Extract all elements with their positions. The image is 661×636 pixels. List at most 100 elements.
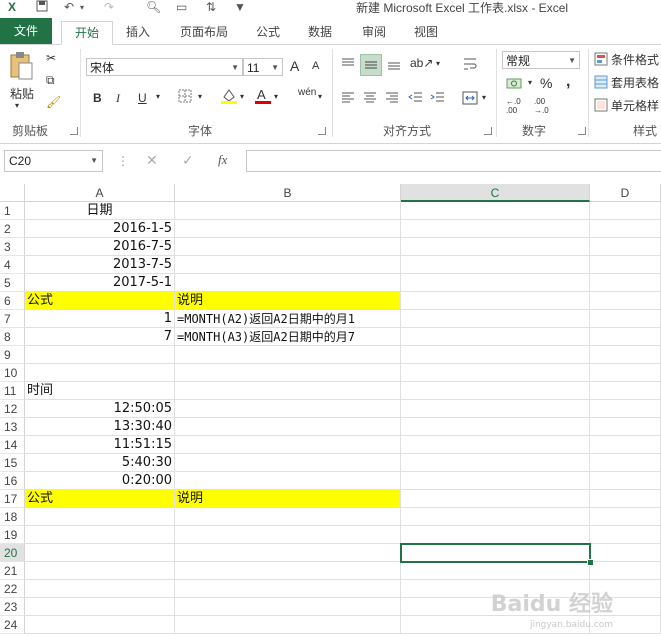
cell-a2[interactable]: 2016-1-5: [25, 220, 175, 238]
decrease-decimal-button[interactable]: .00 →.0: [534, 97, 558, 115]
cell-c7[interactable]: [401, 310, 590, 328]
increase-decimal-button[interactable]: ←.0 .00: [506, 97, 528, 115]
row-header-10[interactable]: 10: [0, 364, 25, 382]
cell-c18[interactable]: [401, 508, 590, 526]
cell-b7[interactable]: =MONTH(A2)返回A2日期中的月1: [175, 310, 401, 328]
fill-handle[interactable]: [587, 559, 594, 566]
row-header-7[interactable]: 7: [0, 310, 25, 328]
column-header-d[interactable]: D: [590, 184, 661, 202]
cell-b21[interactable]: [175, 562, 401, 580]
underline-button[interactable]: U: [138, 91, 147, 105]
cell-b6[interactable]: 说明: [175, 292, 401, 310]
cell-a16[interactable]: 0:20:00: [25, 472, 175, 490]
cell-a4[interactable]: 2013-7-5: [25, 256, 175, 274]
tab-home[interactable]: 开始: [61, 21, 113, 45]
merge-dropdown-icon[interactable]: ▾: [482, 93, 486, 102]
row-header-6[interactable]: 6: [0, 292, 25, 310]
row-header-17[interactable]: 17: [0, 490, 25, 508]
cell-c6[interactable]: [401, 292, 590, 310]
row-header-12[interactable]: 12: [0, 400, 25, 418]
paste-dropdown-icon[interactable]: ▾: [15, 101, 19, 110]
decrease-indent-icon[interactable]: [408, 91, 424, 108]
cell-c10[interactable]: [401, 364, 590, 382]
cell-d21[interactable]: [590, 562, 661, 580]
merge-center-icon[interactable]: [462, 90, 478, 109]
cell-a3[interactable]: 2016-7-5: [25, 238, 175, 256]
cell-c9[interactable]: [401, 346, 590, 364]
insert-function-button[interactable]: fx: [218, 152, 227, 168]
row-header-22[interactable]: 22: [0, 580, 25, 598]
cell-d2[interactable]: [590, 220, 661, 238]
tab-insert[interactable]: 插入: [118, 21, 158, 43]
cell-b10[interactable]: [175, 364, 401, 382]
cell-styles-button[interactable]: 单元格样: [611, 97, 659, 114]
cell-d20[interactable]: [590, 544, 661, 562]
cell-c21[interactable]: [401, 562, 590, 580]
cell-b14[interactable]: [175, 436, 401, 454]
font-color-dropdown-icon[interactable]: ▾: [274, 92, 278, 101]
grow-font-button[interactable]: A: [290, 58, 299, 74]
row-header-21[interactable]: 21: [0, 562, 25, 580]
phonetic-button[interactable]: wén: [298, 87, 316, 98]
fill-color-dropdown-icon[interactable]: ▾: [240, 92, 244, 101]
row-header-20[interactable]: 20: [0, 544, 25, 562]
row-header-2[interactable]: 2: [0, 220, 25, 238]
cell-d4[interactable]: [590, 256, 661, 274]
cell-a11[interactable]: 时间: [25, 382, 175, 400]
tab-review[interactable]: 审阅: [356, 21, 392, 43]
accounting-format-icon[interactable]: [506, 77, 524, 94]
cell-a1[interactable]: 日期: [25, 202, 175, 220]
cell-b24[interactable]: [175, 616, 401, 634]
cell-b4[interactable]: [175, 256, 401, 274]
comma-button[interactable]: ,: [566, 73, 570, 91]
cell-c15[interactable]: [401, 454, 590, 472]
bold-button[interactable]: B: [93, 91, 102, 105]
cell-d6[interactable]: [590, 292, 661, 310]
cell-d15[interactable]: [590, 454, 661, 472]
number-format-combo[interactable]: 常规 ▼: [502, 51, 580, 69]
row-header-1[interactable]: 1: [0, 202, 25, 220]
row-header-16[interactable]: 16: [0, 472, 25, 490]
cell-a5[interactable]: 2017-5-1: [25, 274, 175, 292]
enter-button[interactable]: ✓: [182, 152, 194, 169]
cell-c8[interactable]: [401, 328, 590, 346]
paste-button[interactable]: 粘贴: [10, 85, 34, 102]
tab-data[interactable]: 数据: [302, 21, 338, 43]
font-size-combo[interactable]: 11 ▼: [243, 58, 283, 76]
cell-b18[interactable]: [175, 508, 401, 526]
cell-b13[interactable]: [175, 418, 401, 436]
conditional-formatting-icon[interactable]: [594, 52, 608, 69]
cell-a21[interactable]: [25, 562, 175, 580]
align-right-icon[interactable]: [384, 91, 400, 108]
clipboard-launcher-icon[interactable]: [70, 127, 78, 135]
row-header-3[interactable]: 3: [0, 238, 25, 256]
conditional-formatting-button[interactable]: 条件格式: [611, 51, 659, 68]
print-preview-icon[interactable]: 🔍︎: [146, 0, 161, 14]
undo-dropdown-icon[interactable]: ▾: [80, 3, 84, 17]
tab-formulas[interactable]: 公式: [250, 21, 286, 43]
cell-c4[interactable]: [401, 256, 590, 274]
filter-icon[interactable]: ▼: [234, 0, 246, 14]
fill-color-icon[interactable]: [220, 87, 238, 108]
sort-icon[interactable]: ⇅: [206, 0, 216, 14]
align-left-icon[interactable]: [340, 91, 356, 108]
row-header-4[interactable]: 4: [0, 256, 25, 274]
cell-a15[interactable]: 5:40:30: [25, 454, 175, 472]
orientation-icon[interactable]: ab↗: [410, 56, 433, 70]
cell-c19[interactable]: [401, 526, 590, 544]
row-header-5[interactable]: 5: [0, 274, 25, 292]
cell-a22[interactable]: [25, 580, 175, 598]
cell-d3[interactable]: [590, 238, 661, 256]
orientation-dropdown-icon[interactable]: ▾: [436, 59, 440, 68]
cell-c2[interactable]: [401, 220, 590, 238]
tab-page-layout[interactable]: 页面布局: [174, 21, 234, 43]
italic-button[interactable]: I: [116, 91, 120, 106]
row-header-11[interactable]: 11: [0, 382, 25, 400]
cell-b17[interactable]: 说明: [175, 490, 401, 508]
cell-d16[interactable]: [590, 472, 661, 490]
cell-a24[interactable]: [25, 616, 175, 634]
border-icon[interactable]: [178, 89, 192, 106]
cell-a9[interactable]: [25, 346, 175, 364]
column-header-c[interactable]: C: [401, 184, 590, 202]
cell-a18[interactable]: [25, 508, 175, 526]
